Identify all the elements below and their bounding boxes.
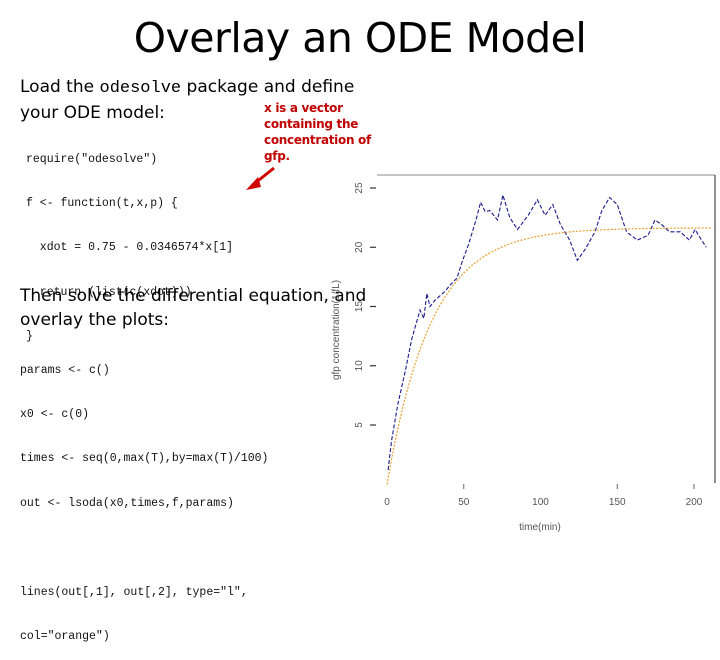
x-axis: 0 50 100 150 200	[384, 484, 703, 508]
y-tick-label: 15	[354, 301, 365, 313]
y-axis: 5 10 15 20 25	[354, 182, 376, 428]
annotation-arrow-icon	[246, 166, 275, 190]
y-axis-label: gfp concentration(1/fL)	[331, 280, 342, 380]
x-tick-label: 200	[686, 497, 703, 508]
y-tick-label: 25	[354, 182, 365, 194]
x-tick-label: 0	[384, 497, 390, 508]
x-tick-label: 50	[458, 497, 470, 508]
gfp-plot: 5 10 15 20 25 0 50 100 150 200 gfp concentration…	[246, 166, 716, 533]
observed-gfp-line	[387, 192, 707, 471]
y-tick-label: 20	[354, 241, 365, 253]
y-tick-label: 10	[354, 360, 365, 372]
x-tick-label: 150	[609, 497, 626, 508]
y-tick-label: 5	[354, 422, 365, 428]
code-line: lines(out[,1], out[,2], type="l",	[20, 585, 248, 599]
x-axis-label: time(min)	[519, 522, 561, 533]
x-tick-label: 100	[532, 497, 549, 508]
code-line: col="orange")	[20, 629, 110, 643]
ode-model-line	[386, 227, 713, 485]
series-layer	[386, 192, 713, 485]
